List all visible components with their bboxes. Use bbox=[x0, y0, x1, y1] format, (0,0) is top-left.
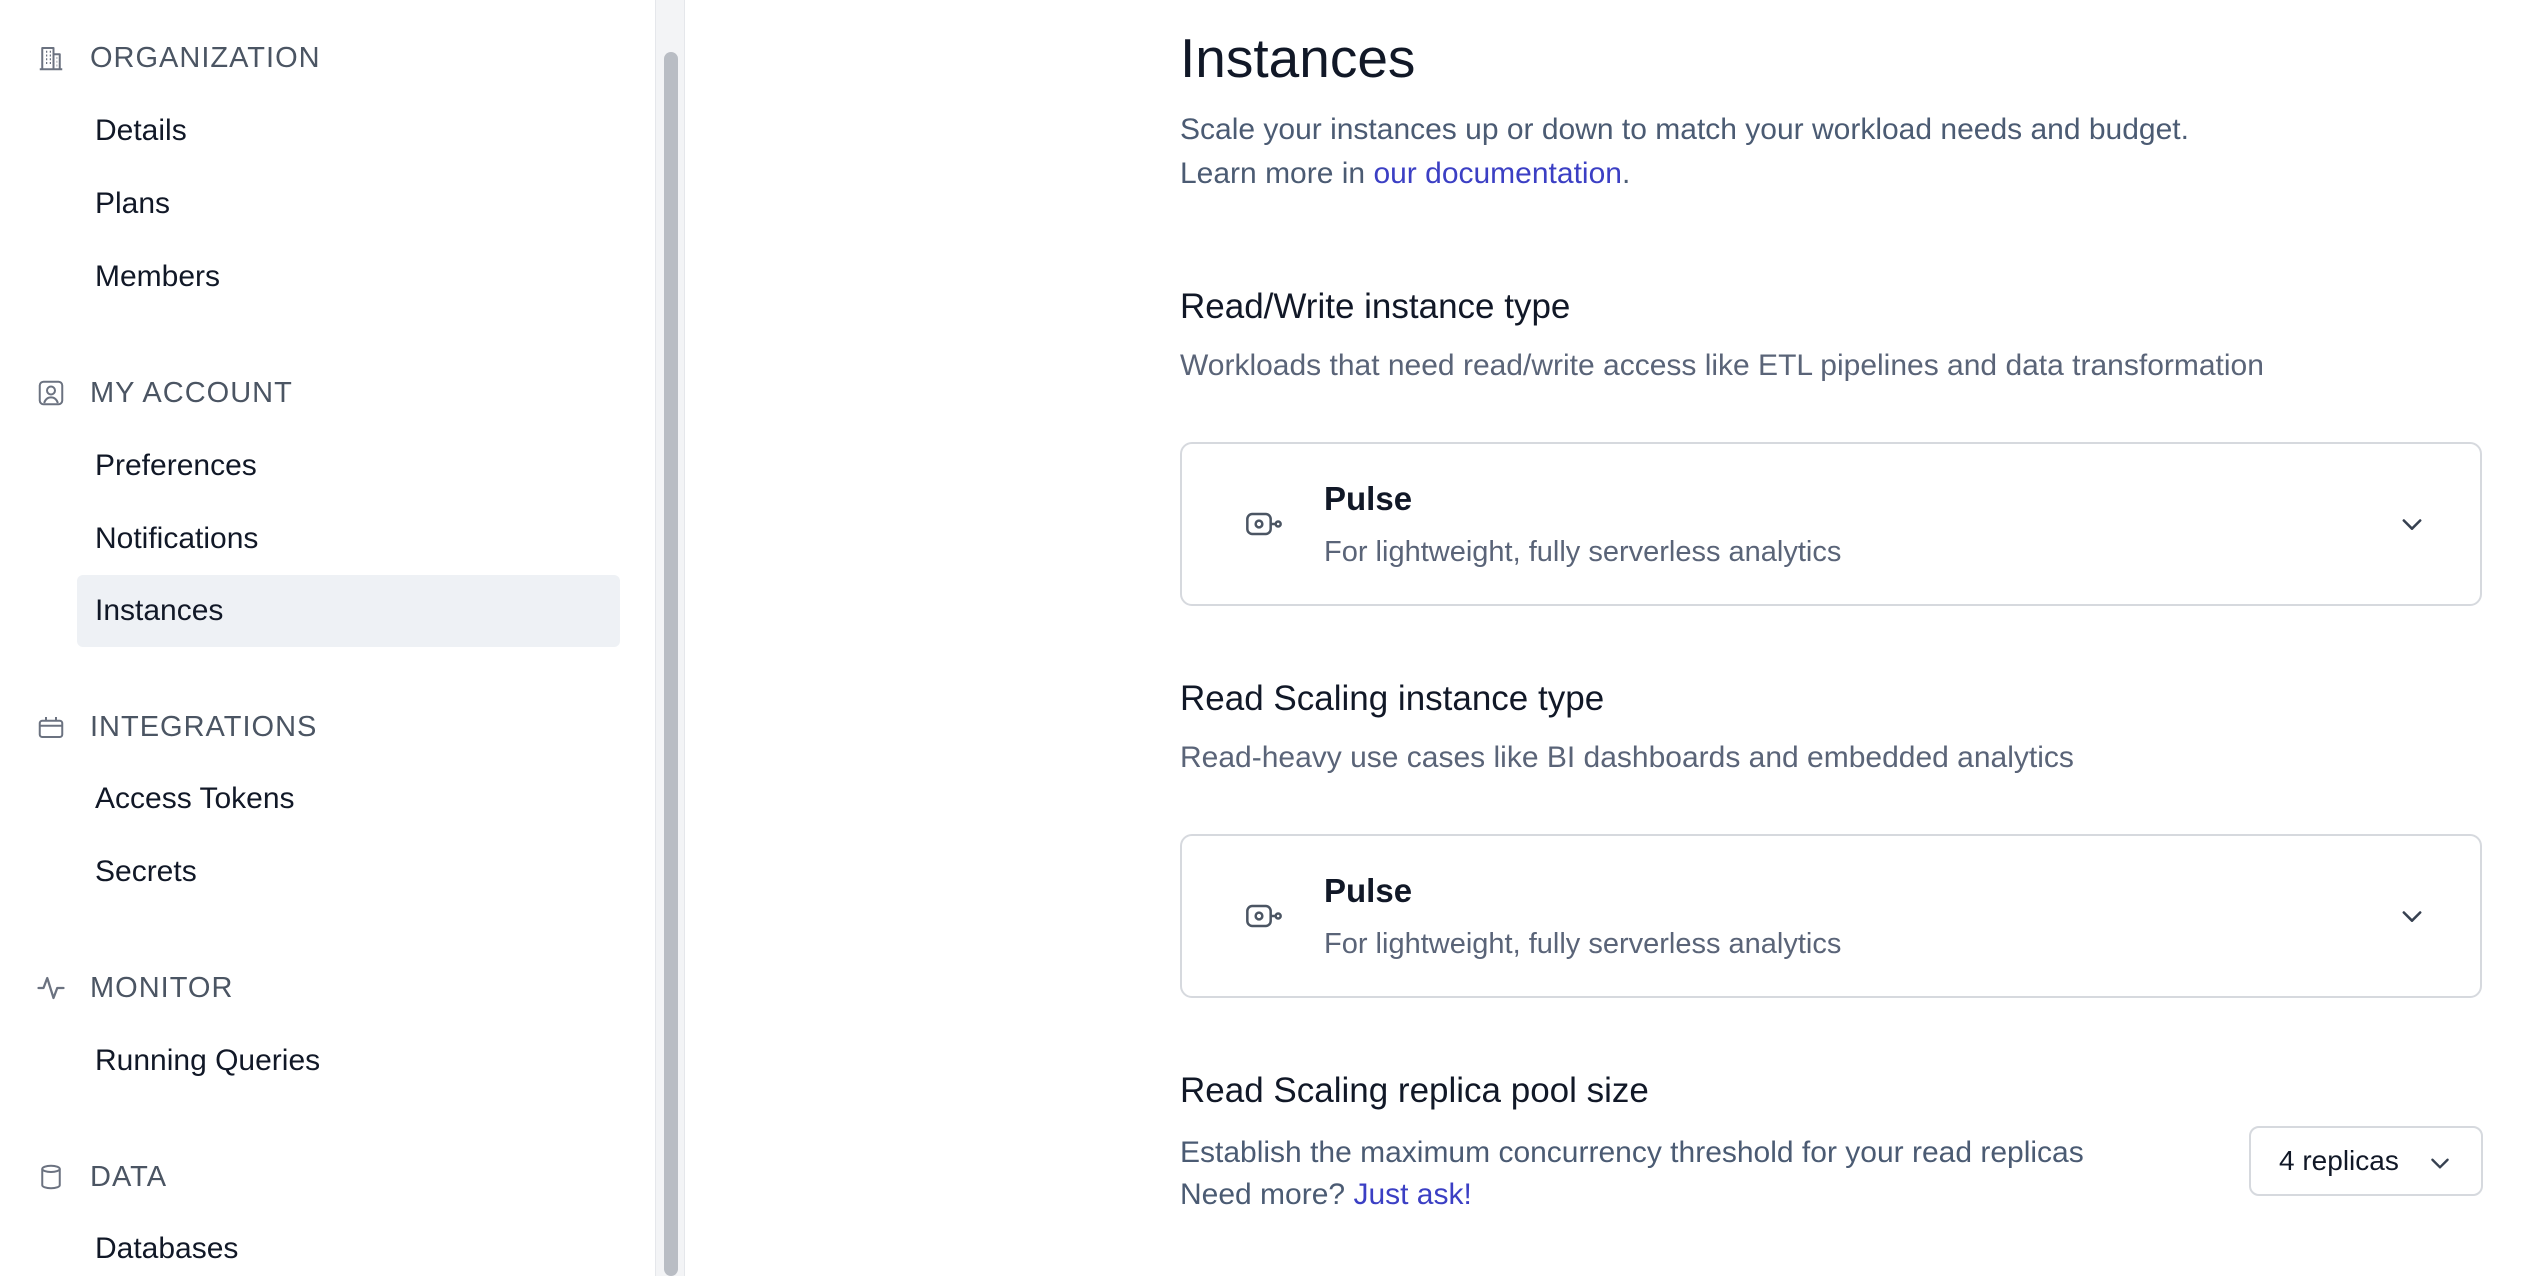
sidebar-item-access-tokens[interactable]: Access Tokens bbox=[77, 763, 620, 835]
building-icon bbox=[34, 41, 68, 75]
page-description-suffix: . bbox=[1621, 157, 1631, 190]
page-description-line-1: Scale your instances up or down to match… bbox=[1180, 113, 2189, 146]
sidebar-scrollbar-thumb[interactable] bbox=[664, 52, 678, 1276]
activity-icon bbox=[34, 971, 68, 1005]
app-window: ORGANIZATION Details Plans Members MY AC… bbox=[0, 0, 2522, 1276]
read-scaling-instance-select[interactable]: Pulse For lightweight, fully serverless … bbox=[1180, 834, 2482, 998]
pulse-instance-icon bbox=[1244, 896, 1284, 936]
sidebar-scrollbar[interactable] bbox=[655, 0, 685, 1276]
page-title: Instances bbox=[1180, 27, 1416, 89]
replica-pool-need-more: Need more? Just ask! bbox=[1180, 1174, 2084, 1216]
sidebar-item-running-queries[interactable]: Running Queries bbox=[77, 1025, 620, 1097]
replica-pool-description-text: Establish the maximum concurrency thresh… bbox=[1180, 1136, 2084, 1169]
sidebar-section-organization: ORGANIZATION bbox=[34, 38, 321, 78]
read-write-instance-select[interactable]: Pulse For lightweight, fully serverless … bbox=[1180, 442, 2482, 606]
replica-pool-description: Establish the maximum concurrency thresh… bbox=[1180, 1132, 2084, 1216]
replica-pool-title: Read Scaling replica pool size bbox=[1180, 1071, 1649, 1110]
page-description-prefix: Learn more in bbox=[1180, 157, 1374, 190]
read-scaling-subtitle: Read-heavy use cases like BI dashboards … bbox=[1180, 741, 2074, 774]
sidebar-item-plans[interactable]: Plans bbox=[77, 168, 620, 240]
section-label-my-account: MY ACCOUNT bbox=[90, 376, 293, 409]
page-description-line-2: Learn more in our documentation. bbox=[1180, 152, 2189, 196]
sidebar-section-integrations: INTEGRATIONS bbox=[34, 707, 317, 747]
chevron-down-icon bbox=[2398, 510, 2426, 538]
sidebar-item-secrets[interactable]: Secrets bbox=[77, 836, 620, 908]
sidebar-section-monitor: MONITOR bbox=[34, 968, 233, 1008]
read-write-title: Read/Write instance type bbox=[1180, 287, 1571, 326]
section-label-organization: ORGANIZATION bbox=[90, 41, 321, 74]
replica-pool-size-select[interactable]: 4 replicas bbox=[2249, 1126, 2483, 1196]
section-label-integrations: INTEGRATIONS bbox=[90, 710, 318, 743]
user-square-icon bbox=[34, 376, 68, 410]
replica-pool-size-value: 4 replicas bbox=[2279, 1145, 2399, 1176]
chevron-down-icon bbox=[2398, 902, 2426, 930]
read-scaling-title: Read Scaling instance type bbox=[1180, 679, 1605, 718]
sidebar-item-members[interactable]: Members bbox=[77, 241, 620, 313]
database-icon bbox=[34, 1160, 68, 1194]
read-scaling-instance-name: Pulse bbox=[1324, 872, 1413, 909]
page-description: Scale your instances up or down to match… bbox=[1180, 108, 2189, 196]
read-scaling-instance-description: For lightweight, fully serverless analyt… bbox=[1324, 928, 1842, 960]
section-label-data: DATA bbox=[90, 1160, 168, 1193]
sidebar: ORGANIZATION Details Plans Members MY AC… bbox=[0, 0, 655, 1276]
main-content: Instances Scale your instances up or dow… bbox=[686, 0, 2522, 1276]
pulse-instance-icon bbox=[1244, 504, 1284, 544]
section-label-monitor: MONITOR bbox=[90, 971, 234, 1004]
sidebar-section-data: DATA bbox=[34, 1157, 167, 1197]
sidebar-section-my-account: MY ACCOUNT bbox=[34, 373, 293, 413]
read-write-instance-description: For lightweight, fully serverless analyt… bbox=[1324, 536, 1842, 568]
chevron-down-icon bbox=[2427, 1150, 2453, 1176]
sidebar-item-instances[interactable]: Instances bbox=[77, 575, 620, 647]
sidebar-item-preferences[interactable]: Preferences bbox=[77, 430, 620, 502]
sidebar-item-details[interactable]: Details bbox=[77, 95, 620, 167]
plug-icon bbox=[34, 710, 68, 744]
need-more-prefix: Need more? bbox=[1180, 1178, 1354, 1211]
just-ask-link[interactable]: Just ask! bbox=[1353, 1178, 1471, 1211]
read-write-subtitle: Workloads that need read/write access li… bbox=[1180, 349, 2264, 382]
sidebar-item-notifications[interactable]: Notifications bbox=[77, 503, 620, 575]
sidebar-item-databases[interactable]: Databases bbox=[77, 1213, 620, 1276]
read-write-instance-name: Pulse bbox=[1324, 480, 1413, 517]
documentation-link[interactable]: our documentation bbox=[1373, 157, 1622, 190]
